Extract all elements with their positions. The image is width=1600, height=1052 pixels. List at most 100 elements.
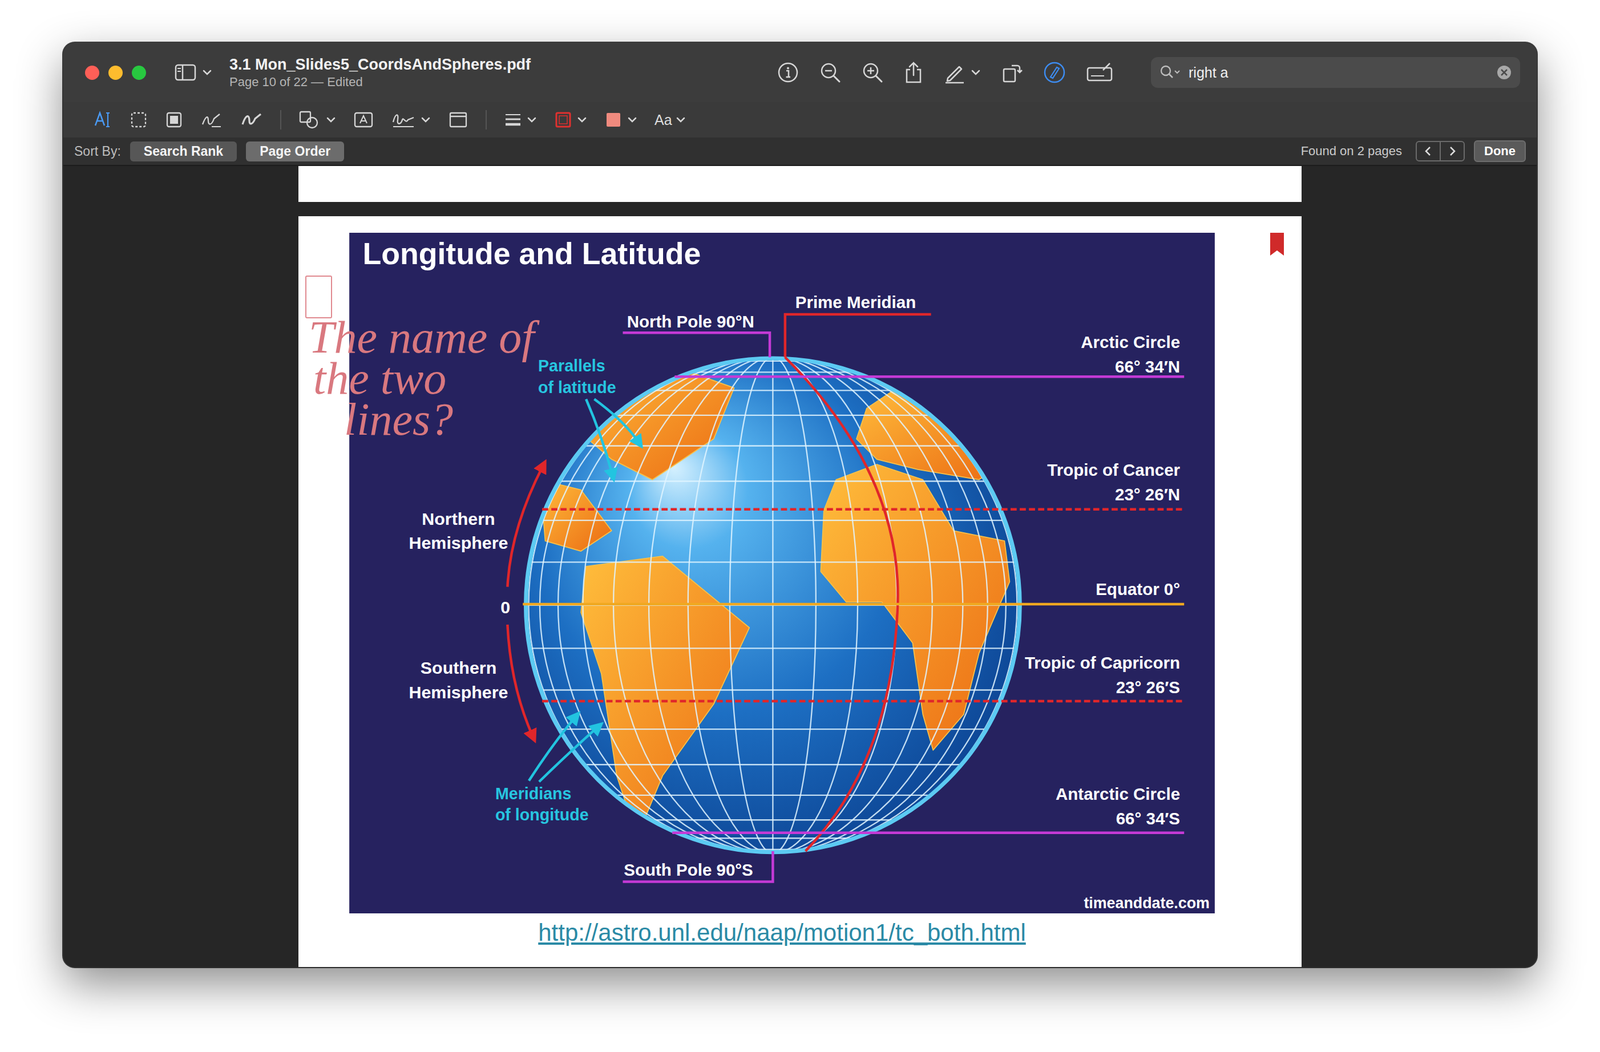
parallels-label: Parallels — [538, 356, 606, 375]
smart-lasso-icon[interactable] — [164, 110, 184, 129]
note-line: the two — [308, 357, 535, 399]
chevron-icon[interactable] — [201, 68, 213, 77]
bookmark-icon[interactable] — [1269, 232, 1286, 257]
credit-label: timeanddate.com — [1083, 894, 1210, 912]
file-name: 3.1 Mon_Slides5_CoordsAndSpheres.pdf — [229, 55, 531, 74]
note-line: The name of — [308, 316, 535, 358]
chevron-icon[interactable] — [627, 115, 638, 124]
draw-icon[interactable] — [240, 110, 264, 129]
chevron-icon[interactable] — [526, 115, 537, 124]
document-title: 3.1 Mon_Slides5_CoordsAndSpheres.pdfPage… — [229, 55, 531, 90]
share-icon[interactable] — [903, 60, 924, 85]
highlight-button[interactable] — [943, 61, 981, 84]
sketch-icon[interactable] — [200, 110, 224, 129]
prime-meridian-label: Prime Meridian — [795, 292, 916, 312]
northern-hemisphere-label: Hemisphere — [409, 532, 509, 553]
latitude-value: 66° 34′N — [1114, 357, 1181, 377]
text-selection-icon[interactable] — [91, 109, 113, 131]
zero-label: 0 — [500, 597, 511, 617]
search-query[interactable]: right a — [1188, 64, 1490, 82]
source-link-row: http://astro.unl.edu/naap/motion1/tc_bot… — [349, 919, 1215, 947]
annotation-box[interactable] — [305, 275, 333, 319]
separator — [485, 110, 487, 130]
text-style-button[interactable]: Aa — [654, 111, 686, 129]
pen-icon[interactable] — [943, 61, 967, 84]
markup-toolbar: Aa — [63, 102, 1537, 138]
latitude-line — [522, 603, 1185, 606]
zoom-button[interactable] — [131, 65, 147, 80]
next-icon[interactable] — [1447, 145, 1457, 157]
shapes-icon[interactable] — [298, 110, 322, 130]
south-pole-label: South Pole 90°S — [623, 860, 754, 880]
latitude-value: 66° 34′S — [1116, 809, 1181, 828]
handwritten-note[interactable]: The name ofthe twolines? — [308, 316, 535, 440]
close-button[interactable] — [85, 65, 100, 80]
sign-button[interactable] — [390, 110, 431, 129]
line-style-icon[interactable] — [503, 111, 523, 129]
latitude-line — [542, 700, 1185, 703]
done-button[interactable]: Done — [1473, 140, 1526, 163]
info-icon[interactable] — [776, 61, 800, 84]
next-result-button[interactable] — [1439, 142, 1464, 161]
search-icon[interactable] — [1158, 63, 1182, 82]
form-filling-icon[interactable] — [1085, 62, 1114, 83]
pdf-page: Longitude and Latitude Prime Meridian Nort… — [298, 216, 1302, 968]
latitude-value: 23° 26′N — [1114, 485, 1181, 504]
chevron-icon[interactable] — [675, 115, 686, 124]
previous-icon[interactable] — [1423, 145, 1433, 157]
sort-label: Sort By: — [74, 143, 121, 160]
latitude-name: Tropic of Cancer — [1047, 460, 1181, 480]
sort-button[interactable]: Page Order — [245, 141, 345, 162]
title-bar: 3.1 Mon_Slides5_CoordsAndSpheres.pdfPage… — [63, 42, 1537, 103]
latitude-line — [542, 507, 1185, 511]
border-color-icon[interactable] — [554, 110, 573, 129]
chevron-icon[interactable] — [325, 115, 337, 124]
figure-title: Longitude and Latitude — [362, 236, 701, 271]
border-color-button[interactable] — [554, 110, 588, 129]
rectangular-selection-icon[interactable] — [129, 110, 148, 129]
chevron-icon[interactable] — [970, 68, 981, 77]
sidebar-icon[interactable] — [174, 63, 198, 82]
latitude-name: Arctic Circle — [1080, 332, 1181, 352]
text-box-icon[interactable] — [353, 111, 374, 129]
sort-button[interactable]: Search Rank — [130, 141, 237, 162]
separator — [280, 110, 282, 130]
fill-color-icon[interactable] — [604, 110, 623, 129]
note-line: lines? — [308, 398, 535, 440]
shapes-button[interactable] — [298, 110, 337, 130]
fill-color-button[interactable] — [604, 110, 638, 129]
previous-page — [298, 166, 1302, 202]
southern-hemisphere-label: Hemisphere — [409, 682, 509, 702]
line-style-button[interactable] — [503, 111, 537, 129]
latitude-line — [672, 831, 1185, 834]
window-controls — [85, 65, 147, 80]
markup-icon[interactable] — [1042, 60, 1067, 85]
northern-hemisphere-label: Northern — [421, 508, 495, 529]
note-icon[interactable] — [447, 110, 469, 129]
signature-icon[interactable] — [390, 110, 416, 129]
preview-window: 3.1 Mon_Slides5_CoordsAndSpheres.pdfPage… — [63, 42, 1537, 968]
document-view: Longitude and Latitude Prime Meridian Nort… — [63, 166, 1537, 968]
zoom-in-icon[interactable] — [861, 61, 884, 84]
chevron-icon[interactable] — [420, 115, 431, 124]
search-field[interactable]: right a — [1150, 57, 1521, 88]
result-count: Found on 2 pages — [1300, 143, 1402, 159]
minimize-button[interactable] — [108, 65, 123, 80]
text-style-label[interactable]: Aa — [654, 111, 673, 129]
latitude-line — [674, 375, 1185, 378]
search-results-bar: Sort By: Search Rank Page Order Found on 2 … — [63, 137, 1537, 167]
latitude-name: Tropic of Capricorn — [1024, 653, 1181, 673]
north-pole-label: North Pole 90°N — [627, 312, 755, 331]
source-link[interactable]: http://astro.unl.edu/naap/motion1/tc_bot… — [538, 919, 1026, 947]
sidebar-toggle[interactable] — [174, 63, 213, 82]
previous-result-button[interactable] — [1416, 142, 1440, 161]
chevron-icon[interactable] — [576, 115, 588, 124]
page-status: Page 10 of 22 — Edited — [229, 74, 531, 90]
meridians-label: Meridians — [495, 784, 572, 803]
clear-icon[interactable] — [1496, 64, 1513, 81]
latitude-name: Equator 0° — [1095, 579, 1181, 599]
latitude-value: 23° 26′S — [1116, 677, 1181, 697]
result-navigation — [1415, 140, 1465, 162]
zoom-out-icon[interactable] — [818, 61, 842, 84]
rotate-icon[interactable] — [1000, 61, 1024, 84]
